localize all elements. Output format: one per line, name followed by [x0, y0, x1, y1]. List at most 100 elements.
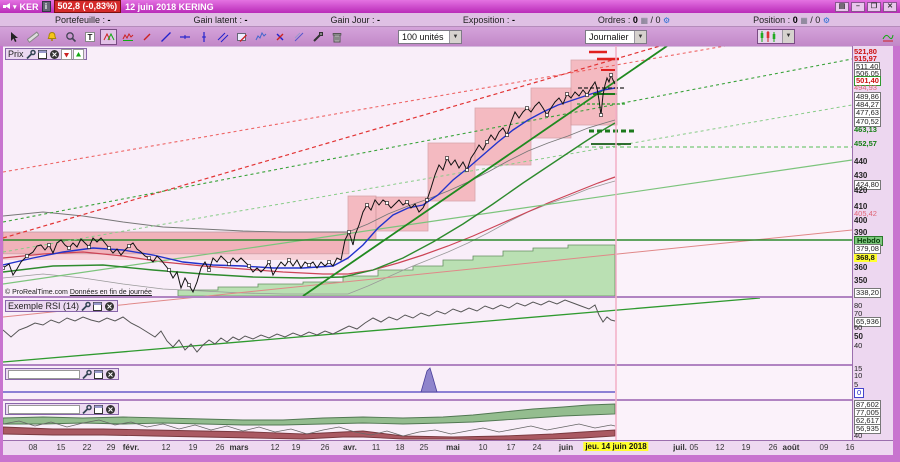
price-axis-label: 452,57 — [854, 139, 877, 148]
date-axis-label: 12 — [270, 443, 280, 452]
orders-list-icon[interactable]: ▦ — [640, 16, 648, 25]
candle-body — [505, 133, 509, 137]
date-axis-label: mars — [229, 443, 249, 452]
price-axis[interactable]: 521,80 515,97 511,40 506,05 501,40 494,93 489,… — [852, 46, 893, 440]
svg-text:T: T — [87, 33, 92, 42]
buy-arrow-icon[interactable] — [72, 48, 84, 60]
candle-body — [609, 73, 613, 77]
restore-button[interactable]: ❐ — [867, 1, 881, 12]
zoom-tool-icon[interactable] — [62, 29, 79, 45]
indicator3-name-input[interactable] — [8, 369, 80, 379]
date-axis-label: août — [782, 443, 800, 452]
wrench-icon[interactable] — [81, 369, 92, 380]
wrench-icon[interactable] — [81, 404, 92, 415]
indicator4-name-input[interactable] — [8, 404, 80, 414]
date-axis-label: juin — [558, 443, 574, 452]
zigzag-pattern-icon[interactable] — [119, 29, 136, 45]
wrench-icon[interactable] — [80, 301, 91, 312]
candle-body — [585, 93, 589, 97]
data-delay-link[interactable]: Données en fin de journée — [70, 289, 152, 296]
ruler-tool-icon[interactable] — [24, 29, 41, 45]
date-axis-label: 11 — [371, 443, 381, 452]
rsi-pane-label: Exemple RSI (14) — [8, 301, 80, 311]
pane-close-icon[interactable] — [105, 369, 116, 380]
pattern-detector-icon[interactable] — [100, 28, 117, 45]
horizontal-line-tool-icon[interactable] — [176, 29, 193, 45]
close-button[interactable]: ✕ — [883, 1, 897, 12]
pane-close-icon[interactable] — [49, 49, 60, 60]
candle-body — [327, 260, 331, 264]
candle-body — [127, 244, 131, 248]
period-select-arrow-icon[interactable]: ▼ — [634, 30, 646, 43]
date-axis-label: avr. — [343, 443, 357, 452]
text-tool-icon[interactable]: T — [81, 29, 98, 45]
trendline-tool-icon[interactable] — [157, 29, 174, 45]
wrench-icon[interactable] — [25, 49, 36, 60]
delete-drawing-icon[interactable] — [271, 29, 288, 45]
candlestick-style-icon — [760, 31, 776, 42]
position-settings-icon[interactable]: ⚙ — [823, 16, 830, 25]
indicator4-pane-header — [5, 403, 119, 415]
candle-body — [227, 262, 231, 266]
alert-sound-icon[interactable] — [3, 3, 12, 10]
position-list-icon[interactable]: ▦ — [800, 16, 808, 25]
price-axis-label: 494,93 — [854, 83, 877, 92]
price-pane-label: Prix — [8, 49, 24, 59]
candle-body — [87, 245, 91, 249]
symbol-dropdown-caret[interactable]: ▾ — [13, 3, 17, 11]
candle-body — [287, 258, 291, 262]
copyright-notice: © ProRealTime.com Données en fin de jour… — [5, 289, 152, 296]
segment-tool-icon[interactable] — [138, 29, 155, 45]
minimize-button[interactable]: – — [851, 1, 865, 12]
date-axis-label: 12 — [715, 443, 725, 452]
pane-window-icon[interactable] — [93, 369, 104, 380]
pane-close-icon[interactable] — [104, 301, 115, 312]
candle-body — [67, 246, 71, 250]
candle-body — [47, 243, 51, 247]
candle-body — [565, 92, 569, 96]
candle-body — [147, 256, 151, 260]
pivot-zone-3 — [427, 142, 476, 202]
date-axis-label: 19 — [741, 443, 751, 452]
cross-lines-tool-icon[interactable] — [290, 29, 307, 45]
chart-style-arrow-icon[interactable]: ▼ — [782, 30, 794, 43]
elliott-wave-tool-icon[interactable] — [252, 29, 269, 45]
pane-window-icon[interactable] — [37, 49, 48, 60]
annotate-chart-icon[interactable] — [233, 29, 250, 45]
resistance-band-left — [3, 231, 350, 255]
date-axis-label: 24 — [532, 443, 542, 452]
rsi-pane-header: Exemple RSI (14) — [5, 300, 119, 312]
date-axis-label: mai — [446, 443, 460, 452]
period-select[interactable]: Journalier ▼ — [585, 29, 647, 44]
chart-surface[interactable]: Prix © ProRealTime.com Données en fin de… — [3, 46, 852, 440]
candle-body — [25, 254, 29, 258]
pointer-tool-icon[interactable] — [5, 29, 22, 45]
pane-window-icon[interactable] — [92, 301, 103, 312]
alert-bell-icon[interactable] — [43, 29, 60, 45]
sell-arrow-icon[interactable] — [60, 48, 72, 60]
pane-window-icon[interactable] — [93, 404, 104, 415]
vertical-line-tool-icon[interactable] — [195, 29, 212, 45]
indicator-shortcut-icon[interactable] — [879, 29, 896, 45]
trash-icon[interactable] — [328, 29, 345, 45]
date-axis-label: 25 — [419, 443, 429, 452]
candle-body — [445, 156, 449, 160]
units-select[interactable]: 100 unités ▼ — [398, 29, 462, 44]
parallel-lines-tool-icon[interactable] — [214, 29, 231, 45]
drawing-settings-icon[interactable] — [309, 29, 326, 45]
info-icon[interactable]: i — [41, 1, 51, 12]
keyboard-icon[interactable]: ▤ — [835, 1, 849, 12]
candle-body — [267, 260, 271, 264]
price-axis-label: 368,8 — [854, 253, 877, 262]
price-axis-label: 40 — [854, 341, 863, 350]
candle-body — [347, 230, 351, 234]
candle-body — [365, 203, 369, 207]
candle-body — [599, 113, 603, 117]
candle-body — [525, 106, 529, 110]
orders-settings-icon[interactable]: ⚙ — [663, 16, 670, 25]
chart-style-button[interactable]: ▼ — [757, 29, 795, 44]
units-select-arrow-icon[interactable]: ▼ — [449, 30, 461, 43]
date-axis-label: 10 — [478, 443, 488, 452]
date-axis[interactable]: 08 15 22 29 févr. 12 19 26 mars 12 19 26 avr. 11 18 25 m… — [3, 440, 893, 455]
pane-close-icon[interactable] — [105, 404, 116, 415]
